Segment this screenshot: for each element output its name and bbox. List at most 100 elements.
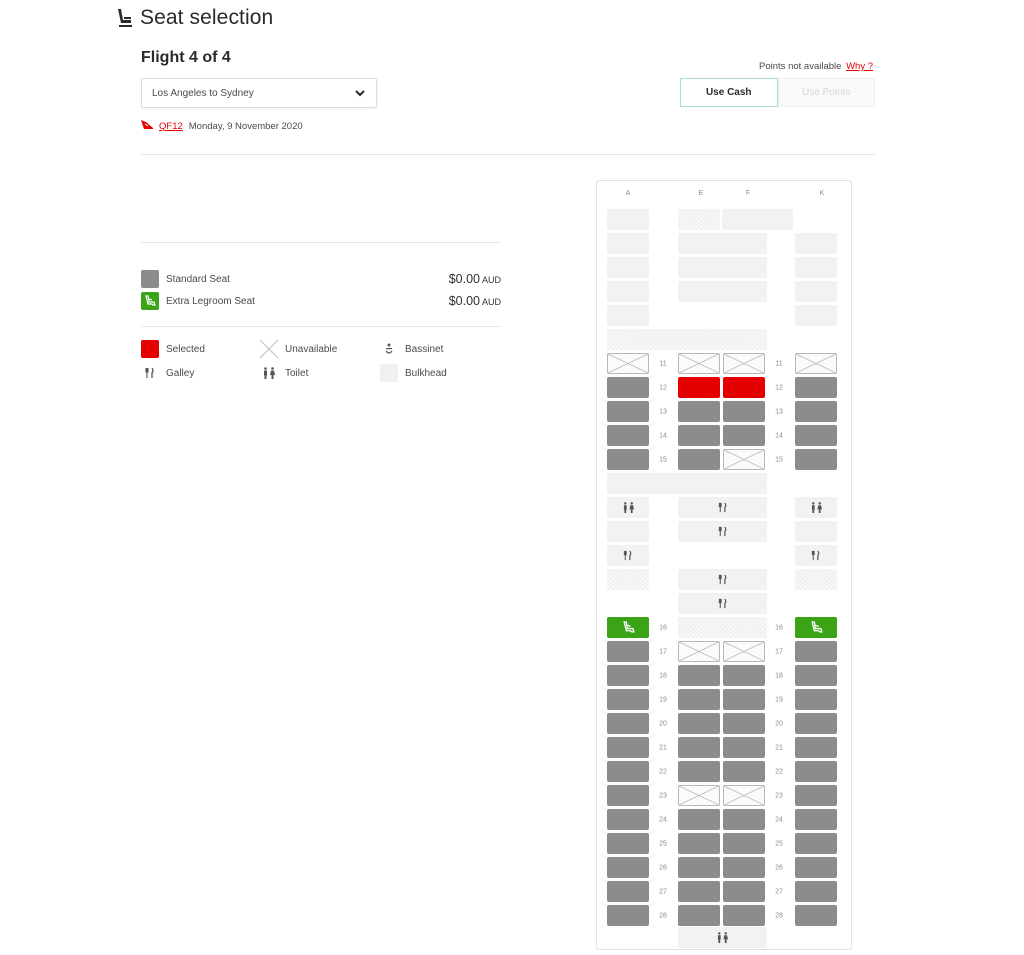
divider: [141, 326, 501, 327]
seat-23E: [678, 785, 720, 806]
seat-20A[interactable]: [607, 713, 649, 734]
seat-25A[interactable]: [607, 833, 649, 854]
use-cash-button[interactable]: Use Cash: [680, 78, 778, 107]
cross-icon: [723, 449, 765, 470]
seat-21E[interactable]: [678, 737, 720, 758]
seat-28A[interactable]: [607, 905, 649, 926]
galley-cell: [678, 521, 767, 542]
galley-cell: [678, 497, 767, 518]
row-number: 12: [775, 384, 783, 391]
seat-19K[interactable]: [795, 689, 837, 710]
seat-12A[interactable]: [607, 377, 649, 398]
seat-22F[interactable]: [723, 761, 765, 782]
seat-15E[interactable]: [678, 449, 720, 470]
toilet-cell: [607, 497, 649, 518]
seat-19F[interactable]: [723, 689, 765, 710]
seat-24A[interactable]: [607, 809, 649, 830]
bassinet-icon: [380, 340, 398, 358]
seat-21F[interactable]: [723, 737, 765, 758]
why-link[interactable]: Why ?: [846, 61, 873, 72]
seat-16K[interactable]: [795, 617, 837, 638]
bulkhead-cell: [795, 521, 837, 542]
seat-map: A E F K 11 11 12 12 13 13 14 14 15 15 16 16 17 17 18 18…: [596, 180, 852, 950]
seat-13K[interactable]: [795, 401, 837, 422]
bulkhead-swatch: [380, 364, 398, 382]
seat-17A[interactable]: [607, 641, 649, 662]
seat-14E[interactable]: [678, 425, 720, 446]
seat-25E[interactable]: [678, 833, 720, 854]
seat-12K[interactable]: [795, 377, 837, 398]
seat-15A[interactable]: [607, 449, 649, 470]
bulkhead-cell: [795, 281, 837, 302]
seat-26E[interactable]: [678, 857, 720, 878]
seat-13A[interactable]: [607, 401, 649, 422]
seat-22E[interactable]: [678, 761, 720, 782]
seat-27A[interactable]: [607, 881, 649, 902]
galley-icon: [623, 550, 632, 561]
seat-26K[interactable]: [795, 857, 837, 878]
seat-17K[interactable]: [795, 641, 837, 662]
seat-12F[interactable]: [723, 377, 765, 398]
cross-icon: [607, 353, 649, 374]
page-header: Seat selection: [114, 6, 273, 30]
seat-13E[interactable]: [678, 401, 720, 422]
seat-14K[interactable]: [795, 425, 837, 446]
seat-17F: [723, 641, 765, 662]
row-number: 19: [659, 696, 667, 703]
seat-14F[interactable]: [723, 425, 765, 446]
seat-24F[interactable]: [723, 809, 765, 830]
seat-25F[interactable]: [723, 833, 765, 854]
seat-14A[interactable]: [607, 425, 649, 446]
seat-25K[interactable]: [795, 833, 837, 854]
bassinet-cell: [795, 569, 837, 590]
seat-27E[interactable]: [678, 881, 720, 902]
seat-19E[interactable]: [678, 689, 720, 710]
seat-28E[interactable]: [678, 905, 720, 926]
seat-12E[interactable]: [678, 377, 720, 398]
seat-18A[interactable]: [607, 665, 649, 686]
seat-22K[interactable]: [795, 761, 837, 782]
seat-24E[interactable]: [678, 809, 720, 830]
seat-22A[interactable]: [607, 761, 649, 782]
legend-label: Galley: [166, 367, 195, 379]
seat-20K[interactable]: [795, 713, 837, 734]
seat-13F[interactable]: [723, 401, 765, 422]
seat-17E: [678, 641, 720, 662]
seat-20F[interactable]: [723, 713, 765, 734]
seat-27F[interactable]: [723, 881, 765, 902]
use-points-button[interactable]: Use Points: [777, 78, 875, 107]
row-number: 13: [775, 408, 783, 415]
bulkhead-cell: [607, 305, 649, 326]
seat-24K[interactable]: [795, 809, 837, 830]
bulkhead-cell: [607, 257, 649, 278]
row-number: 20: [775, 720, 783, 727]
seat-18K[interactable]: [795, 665, 837, 686]
seat-27K[interactable]: [795, 881, 837, 902]
seat-19A[interactable]: [607, 689, 649, 710]
seat-18E[interactable]: [678, 665, 720, 686]
bulkhead-cell: [607, 473, 767, 494]
flight-number-link[interactable]: QF12: [159, 121, 183, 132]
seat-15K[interactable]: [795, 449, 837, 470]
seat-26A[interactable]: [607, 857, 649, 878]
seat-26F[interactable]: [723, 857, 765, 878]
seat-23K[interactable]: [795, 785, 837, 806]
galley-icon: [718, 526, 726, 537]
seat-23F: [723, 785, 765, 806]
row-number: 21: [659, 744, 667, 751]
seat-28K[interactable]: [795, 905, 837, 926]
extra-legroom-icon: [622, 621, 635, 633]
route-select[interactable]: Los Angeles to Sydney: [141, 78, 377, 108]
price-currency: AUD: [481, 275, 501, 285]
seat-21K[interactable]: [795, 737, 837, 758]
price-label: Extra Legroom Seat: [166, 295, 255, 307]
seat-18F[interactable]: [723, 665, 765, 686]
row-number: 15: [659, 456, 667, 463]
seat-28F[interactable]: [723, 905, 765, 926]
toilet-cell: [678, 927, 767, 948]
seat-23A[interactable]: [607, 785, 649, 806]
price-row-legroom: Extra Legroom Seat $0.00 AUD: [141, 292, 501, 310]
seat-20E[interactable]: [678, 713, 720, 734]
seat-16A[interactable]: [607, 617, 649, 638]
seat-21A[interactable]: [607, 737, 649, 758]
